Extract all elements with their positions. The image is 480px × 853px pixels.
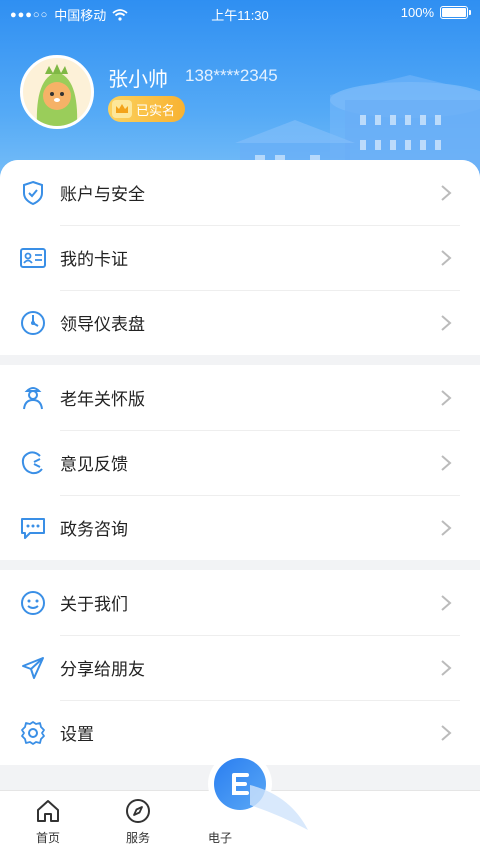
menu-item-about-us[interactable]: 关于我们 (0, 570, 480, 635)
menu-item-label: 我的卡证 (60, 250, 128, 269)
chevron-right-icon (441, 724, 452, 741)
chevron-right-icon (441, 314, 452, 331)
chevron-right-icon (441, 249, 452, 266)
feedback-icon (20, 450, 46, 476)
dinosaur-avatar-icon (36, 64, 78, 126)
menu-item-label: 意见反馈 (60, 455, 128, 474)
menu-item-label: 政务咨询 (60, 520, 128, 539)
chat-bubble-icon (20, 515, 46, 541)
menu-item-account-security[interactable]: 账户与安全 (0, 160, 480, 225)
menu-group-service: 老年关怀版 意见反馈 政务咨询 (0, 365, 480, 560)
chevron-right-icon (441, 659, 452, 676)
home-icon (37, 800, 59, 822)
chevron-right-icon (441, 454, 452, 471)
chevron-right-icon (441, 594, 452, 611)
menu-item-label: 关于我们 (60, 595, 128, 614)
menu-item-my-cards[interactable]: 我的卡证 (0, 225, 480, 290)
user-name: 张小帅 (108, 69, 168, 91)
tab-home[interactable]: 首页 (18, 797, 78, 846)
tab-service[interactable]: 服务 (108, 797, 168, 846)
crown-icon (112, 100, 132, 118)
dashboard-icon (20, 310, 46, 336)
shield-check-icon (20, 180, 46, 206)
fab-glow-decoration (250, 785, 308, 830)
share-send-icon (20, 655, 46, 681)
smile-icon (20, 590, 46, 616)
user-phone: 138****2345 (185, 66, 278, 85)
gear-icon (20, 720, 46, 746)
battery-icon (440, 6, 471, 19)
menu-item-label: 领导仪表盘 (60, 315, 145, 334)
menu-card: 账户与安全 我的卡证 领导仪表盘 老年关怀版 意见反馈 政务咨询 关于我们 分享… (0, 160, 480, 780)
menu-item-share[interactable]: 分享给朋友 (0, 635, 480, 700)
menu-item-leader-dashboard[interactable]: 领导仪表盘 (0, 290, 480, 355)
chevron-right-icon (441, 184, 452, 201)
avatar[interactable] (20, 55, 94, 129)
menu-item-label: 设置 (60, 725, 94, 744)
menu-item-label: 老年关怀版 (60, 390, 145, 409)
tab-label: 服务 (125, 831, 150, 845)
tab-e-card[interactable]: 电子 (190, 829, 250, 846)
compass-icon (126, 799, 150, 823)
menu-group-account: 账户与安全 我的卡证 领导仪表盘 (0, 160, 480, 355)
menu-item-elder-mode[interactable]: 老年关怀版 (0, 365, 480, 430)
tab-label: 电子 (207, 831, 232, 845)
tab-label: 首页 (35, 831, 60, 845)
menu-item-feedback[interactable]: 意见反馈 (0, 430, 480, 495)
verified-badge: 已实名 (108, 96, 186, 122)
status-bar: ●●●○○ 中国移动 上午11:30 100% (0, 0, 480, 26)
battery-percent: 100% (400, 5, 434, 20)
menu-group-other: 关于我们 分享给朋友 设置 (0, 570, 480, 765)
menu-item-gov-consult[interactable]: 政务咨询 (0, 495, 480, 560)
verified-badge-label: 已实名 (136, 102, 176, 118)
chevron-right-icon (441, 519, 452, 536)
menu-item-label: 账户与安全 (60, 185, 145, 204)
elder-user-icon (20, 385, 46, 411)
id-card-icon (20, 245, 46, 271)
chevron-right-icon (441, 389, 452, 406)
menu-item-label: 分享给朋友 (60, 660, 145, 679)
